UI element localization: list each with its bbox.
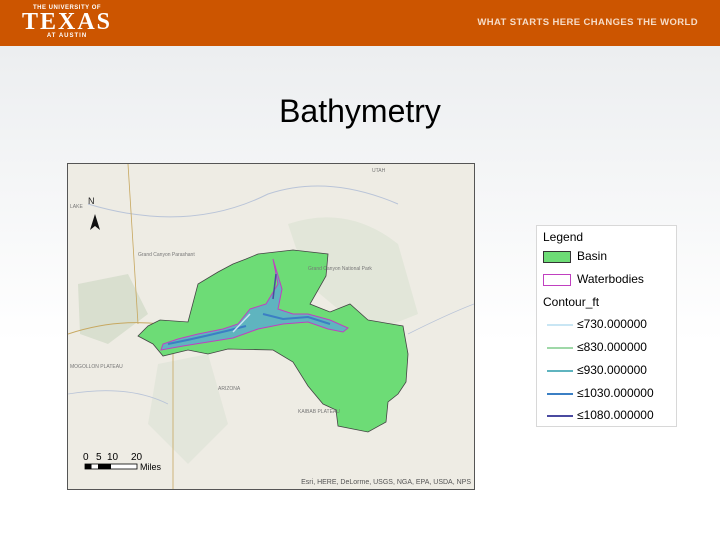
legend-basin-label: Basin	[577, 249, 608, 263]
ut-austin-logo: THE UNIVERSITY OF TEXAS AT AUSTIN	[22, 5, 112, 39]
contour-label: ≤830.000000	[577, 340, 647, 354]
scale-bar	[84, 463, 138, 470]
legend-item-basin: Basin	[543, 249, 673, 265]
legend-item-contour: ≤830.000000	[543, 340, 673, 356]
legend-item-contour: ≤930.000000	[543, 363, 673, 379]
basin-map: N UTAH LAKE Grand Canyon Parashant Grand…	[67, 163, 475, 490]
map-label: UTAH	[372, 168, 386, 174]
scale-tick-label: 5	[96, 452, 102, 463]
header-banner: THE UNIVERSITY OF TEXAS AT AUSTIN WHAT S…	[0, 0, 720, 46]
contour-label: ≤730.000000	[577, 317, 647, 331]
waterbodies-swatch	[543, 274, 571, 286]
slide-title: Bathymetry	[279, 93, 441, 129]
scale-tick-label: 0	[83, 452, 89, 463]
legend-contour-title: Contour_ft	[543, 295, 600, 309]
tagline: WHAT STARTS HERE CHANGES THE WORLD	[477, 17, 698, 28]
legend-item-contour: ≤1080.000000	[543, 408, 673, 424]
map-legend: Legend Basin Waterbodies Contour_ft ≤730…	[536, 225, 677, 427]
map-label: LAKE	[70, 204, 83, 210]
contour-label: ≤1030.000000	[577, 386, 654, 400]
scale-unit-label: Miles	[140, 462, 162, 472]
contour-line-swatch	[547, 324, 573, 326]
contour-label: ≤1080.000000	[577, 408, 654, 422]
contour-line-swatch	[547, 370, 573, 372]
legend-waterbodies-label: Waterbodies	[577, 272, 644, 286]
legend-title: Legend	[543, 230, 584, 244]
legend-item-contour: ≤1030.000000	[543, 386, 673, 402]
contour-line-swatch	[547, 415, 573, 417]
legend-item-waterbodies: Waterbodies	[543, 272, 673, 288]
map-label: Grand Canyon Parashant	[138, 252, 195, 258]
contour-label: ≤930.000000	[577, 363, 647, 377]
scale-tick-label: 10	[107, 452, 119, 463]
map-label: ARIZONA	[218, 386, 241, 392]
map-canvas	[68, 164, 474, 489]
map-label: MOGOLLON PLATEAU	[70, 364, 123, 370]
map-label: Grand Canyon National Park	[308, 266, 372, 272]
contour-line-swatch	[547, 347, 573, 349]
logo-main-text: TEXAS	[22, 9, 113, 35]
map-credits: Esri, HERE, DeLorme, USGS, NGA, EPA, USD…	[301, 479, 471, 486]
legend-item-contour: ≤730.000000	[543, 317, 673, 333]
basin-swatch	[543, 251, 571, 263]
north-label: N	[88, 196, 95, 206]
contour-line-swatch	[547, 393, 573, 395]
map-label: KAIBAB PLATEAU	[298, 409, 340, 415]
